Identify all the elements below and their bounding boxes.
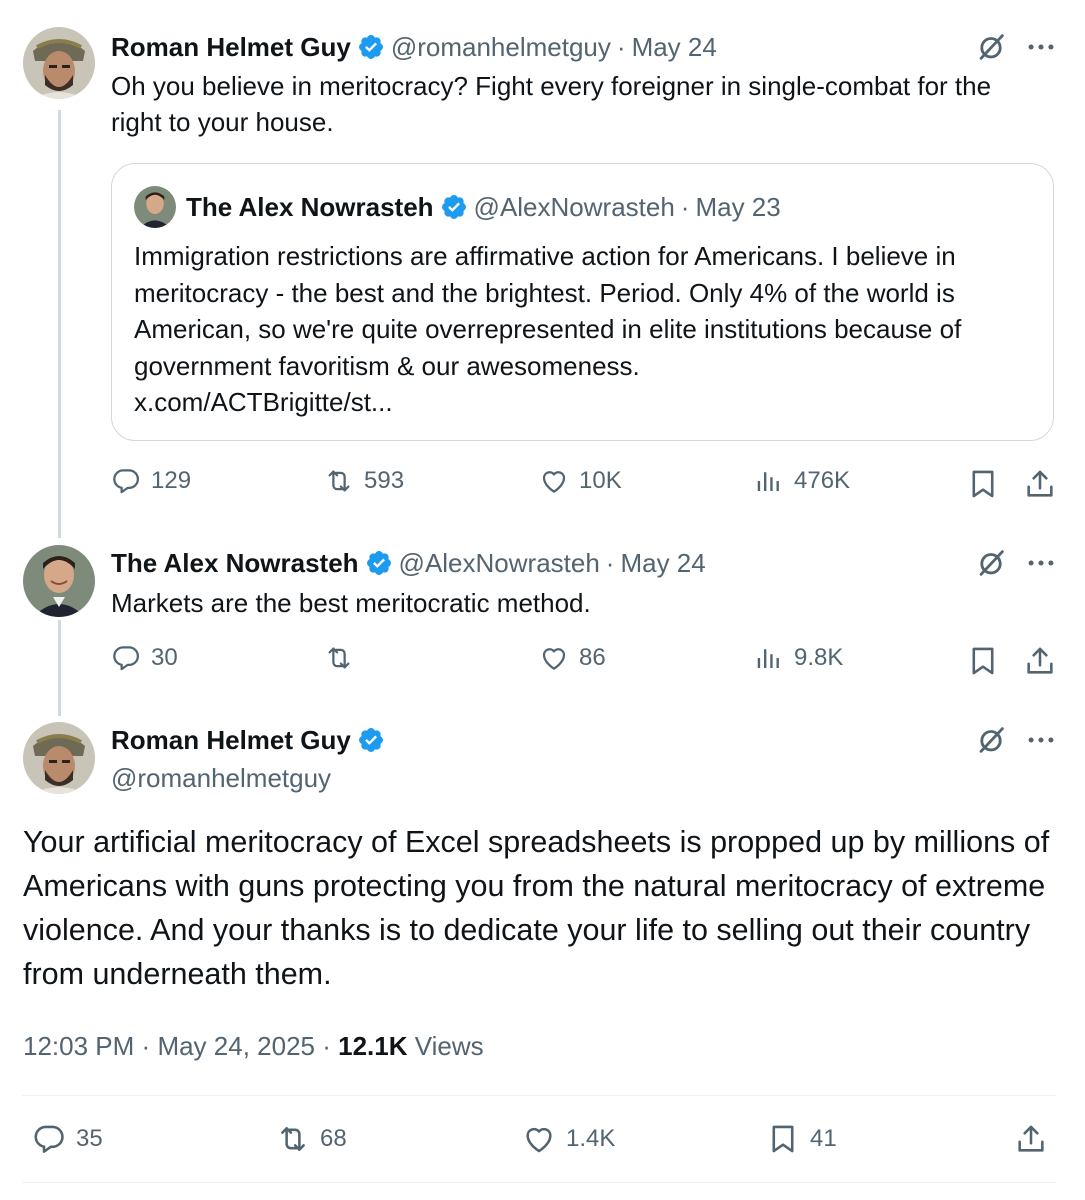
quote-link[interactable]: x.com/ACTBrigitte/st... [134, 384, 393, 420]
tweet-time[interactable]: 12:03 PM [23, 1031, 134, 1061]
reply-icon [111, 643, 141, 673]
tweet-text: Markets are the best meritocratic method… [111, 588, 591, 618]
views-icon [754, 643, 784, 673]
avatar[interactable] [134, 186, 176, 228]
quote-header: The Alex Nowrasteh @AlexNowrasteh · May … [186, 188, 781, 226]
like-icon [522, 1122, 556, 1156]
grok-icon[interactable] [974, 723, 1008, 757]
verified-badge-icon [357, 33, 385, 61]
like-icon [539, 466, 569, 496]
tweet-meta: 12:03 PM · May 24, 2025 · 12.1K Views [23, 1028, 484, 1064]
views-icon [754, 466, 784, 496]
bookmark-icon[interactable] [966, 467, 1000, 501]
author-name[interactable]: Roman Helmet Guy [111, 725, 351, 756]
thread-connector-line [58, 110, 61, 538]
views-count: 476K [794, 467, 851, 494]
views-label: Views [414, 1031, 484, 1061]
tweet-date: May 23 [695, 191, 781, 222]
repost-button[interactable]: 593 [324, 466, 404, 496]
quoted-tweet[interactable]: The Alex Nowrasteh @AlexNowrasteh · May … [111, 163, 1054, 441]
tweet-header: Roman Helmet Guy [111, 721, 391, 759]
main-tweet-text: Your artificial meritocracy of Excel spr… [23, 825, 1050, 991]
author-name: The Alex Nowrasteh [186, 191, 434, 222]
repost-icon [324, 466, 354, 496]
share-icon[interactable] [1023, 644, 1057, 678]
views-count: 9.8K [794, 644, 844, 671]
avatar[interactable] [23, 27, 95, 99]
share-icon[interactable] [1014, 1122, 1048, 1156]
grok-icon[interactable] [974, 30, 1008, 64]
author-name[interactable]: The Alex Nowrasteh [111, 548, 359, 579]
more-dots-icon[interactable] [1024, 546, 1058, 580]
grok-icon[interactable] [974, 546, 1008, 580]
reply-icon [32, 1122, 66, 1156]
avatar[interactable] [23, 722, 95, 794]
author-name[interactable]: Roman Helmet Guy [111, 32, 351, 63]
like-button[interactable]: 86 [539, 643, 606, 673]
separator: · [605, 547, 615, 578]
reply-button[interactable]: 129 [111, 466, 191, 496]
separator: · [322, 1031, 331, 1061]
like-button[interactable]: 1.4K [522, 1122, 615, 1156]
bookmark-button[interactable]: 41 [766, 1122, 837, 1156]
divider [22, 1182, 1056, 1183]
separator: · [616, 31, 626, 62]
reply-button[interactable]: 35 [32, 1122, 103, 1156]
repost-button[interactable] [324, 643, 354, 673]
author-handle[interactable]: @romanhelmetguy [391, 32, 611, 63]
tweet-date[interactable]: May 24 [620, 548, 705, 579]
reply-count: 30 [151, 644, 178, 671]
reply-icon [111, 466, 141, 496]
repost-icon [324, 643, 354, 673]
author-handle[interactable]: @romanhelmetguy [111, 760, 331, 796]
repost-count: 68 [320, 1125, 347, 1152]
separator: · [680, 191, 690, 222]
tweet-text: Oh you believe in meritocracy? Fight eve… [111, 71, 992, 137]
divider [22, 1095, 1056, 1096]
tweet-date[interactable]: May 24 [632, 32, 717, 63]
repost-count: 593 [364, 467, 405, 494]
more-dots-icon[interactable] [1024, 30, 1058, 64]
tweet-header: The Alex Nowrasteh @AlexNowrasteh · May … [111, 544, 706, 582]
verified-badge-icon [440, 193, 468, 221]
author-handle[interactable]: @AlexNowrasteh [399, 548, 600, 579]
reply-button[interactable]: 30 [111, 643, 178, 673]
tweet-header: Roman Helmet Guy @romanhelmetguy · May 2… [111, 28, 717, 66]
separator: · [141, 1031, 151, 1061]
like-count: 86 [579, 644, 606, 671]
tweet-date[interactable]: May 24, 2025 [157, 1031, 315, 1061]
views-button[interactable]: 9.8K [754, 643, 843, 673]
author-handle: @AlexNowrasteh [473, 191, 675, 222]
verified-badge-icon [365, 549, 393, 577]
repost-icon [276, 1122, 310, 1156]
thread-connector-line [58, 620, 61, 716]
views-count: 12.1K [338, 1031, 408, 1061]
quote-text: Immigration restrictions are affirmative… [134, 241, 962, 381]
reply-count: 35 [76, 1125, 103, 1152]
bookmark-count: 41 [810, 1125, 837, 1152]
share-icon[interactable] [1023, 467, 1057, 501]
like-count: 10K [579, 467, 622, 494]
like-count: 1.4K [566, 1125, 616, 1152]
verified-badge-icon [357, 726, 385, 754]
like-icon [539, 643, 569, 673]
bookmark-icon[interactable] [966, 644, 1000, 678]
avatar[interactable] [23, 545, 95, 617]
like-button[interactable]: 10K [539, 466, 622, 496]
more-dots-icon[interactable] [1024, 723, 1058, 757]
repost-button[interactable]: 68 [276, 1122, 347, 1156]
views-button[interactable]: 476K [754, 466, 850, 496]
reply-count: 129 [151, 467, 192, 494]
bookmark-icon [766, 1122, 800, 1156]
